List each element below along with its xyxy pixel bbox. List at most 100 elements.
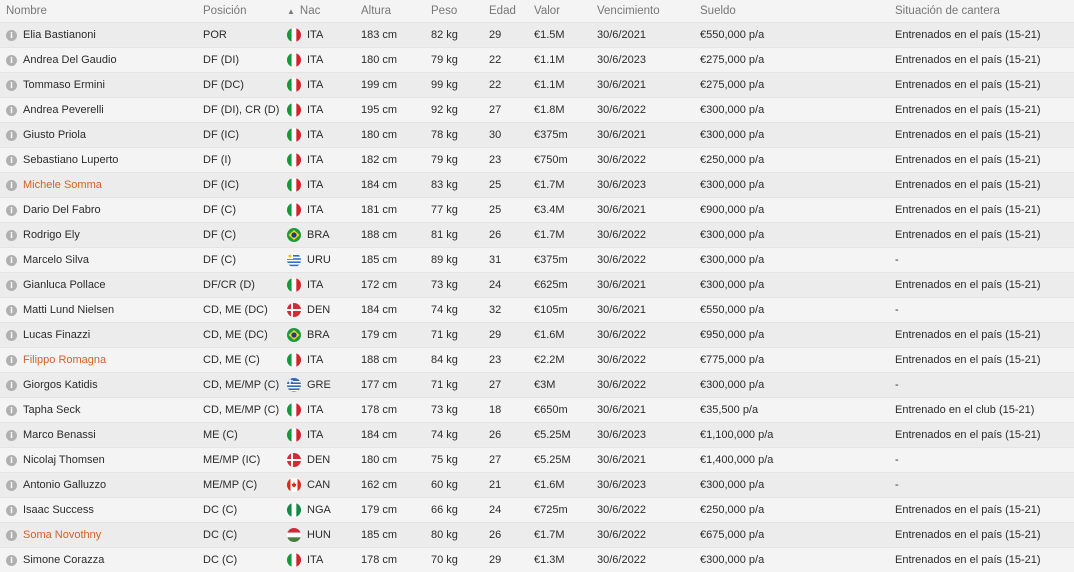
player-name[interactable]: Gianluca Pollace	[23, 279, 106, 291]
player-name[interactable]: Simone Corazza	[23, 554, 104, 566]
player-name-cell[interactable]: i Lucas Finazzi	[0, 323, 197, 348]
player-name[interactable]: Antonio Galluzzo	[23, 479, 106, 491]
player-name-cell[interactable]: i Tapha Seck	[0, 398, 197, 423]
table-row[interactable]: iLucas FinazziCD, ME (DC)BRA179 cm71 kg2…	[0, 323, 1074, 348]
table-row[interactable]: iTommaso ErminiDF (DC)ITA199 cm99 kg22€1…	[0, 73, 1074, 98]
table-row[interactable]: iMichele SommaDF (IC)ITA184 cm83 kg25€1.…	[0, 173, 1074, 198]
info-icon[interactable]: i	[6, 55, 17, 66]
player-name-cell[interactable]: i Soma Novothny	[0, 523, 197, 548]
player-name[interactable]: Lucas Finazzi	[23, 329, 90, 341]
player-name[interactable]: Giorgos Katidis	[23, 379, 98, 391]
player-name-cell[interactable]: i Michele Somma	[0, 173, 197, 198]
player-name[interactable]: Marcelo Silva	[23, 254, 89, 266]
col-header-sueldo[interactable]: Sueldo	[694, 0, 889, 23]
player-name-cell[interactable]: i Simone Corazza	[0, 548, 197, 572]
player-name[interactable]: Tapha Seck	[23, 404, 80, 416]
player-name-cell[interactable]: i Giorgos Katidis	[0, 373, 197, 398]
table-row[interactable]: iGiorgos KatidisCD, ME/MP (C)GRE177 cm71…	[0, 373, 1074, 398]
player-name[interactable]: Andrea Peverelli	[23, 104, 104, 116]
player-name-cell[interactable]: i Marcelo Silva	[0, 248, 197, 273]
player-name-cell[interactable]: i Rodrigo Ely	[0, 223, 197, 248]
info-icon[interactable]: i	[6, 380, 17, 391]
col-header-peso[interactable]: Peso	[425, 0, 483, 23]
info-icon[interactable]: i	[6, 555, 17, 566]
player-name-cell[interactable]: i Filippo Romagna	[0, 348, 197, 373]
player-name-cell[interactable]: i Nicolaj Thomsen	[0, 448, 197, 473]
info-icon[interactable]: i	[6, 430, 17, 441]
info-icon[interactable]: i	[6, 505, 17, 516]
player-name-cell[interactable]: i Antonio Galluzzo	[0, 473, 197, 498]
table-row[interactable]: iMarco BenassiME (C)ITA184 cm74 kg26€5.2…	[0, 423, 1074, 448]
player-name-cell[interactable]: i Elia Bastianoni	[0, 23, 197, 48]
player-name[interactable]: Dario Del Fabro	[23, 204, 101, 216]
table-row[interactable]: iSebastiano LupertoDF (I)ITA182 cm79 kg2…	[0, 148, 1074, 173]
info-icon[interactable]: i	[6, 530, 17, 541]
col-header-posicion[interactable]: Posición	[197, 0, 287, 23]
info-icon[interactable]: i	[6, 405, 17, 416]
table-row[interactable]: iElia BastianoniPORITA183 cm82 kg29€1.5M…	[0, 23, 1074, 48]
col-header-altura[interactable]: Altura	[355, 0, 425, 23]
col-header-valor[interactable]: Valor	[528, 0, 591, 23]
table-row[interactable]: iSimone CorazzaDC (C)ITA178 cm70 kg29€1.…	[0, 548, 1074, 572]
info-icon[interactable]: i	[6, 455, 17, 466]
player-name[interactable]: Nicolaj Thomsen	[23, 454, 105, 466]
col-header-nac[interactable]: ▲Nac	[287, 0, 355, 23]
table-row[interactable]: iTapha SeckCD, ME/MP (C)ITA178 cm73 kg18…	[0, 398, 1074, 423]
table-row[interactable]: iAntonio GalluzzoME/MP (C)CAN162 cm60 kg…	[0, 473, 1074, 498]
table-row[interactable]: iGianluca PollaceDF/CR (D)ITA172 cm73 kg…	[0, 273, 1074, 298]
weight-cell: 71 kg	[425, 373, 483, 398]
info-icon[interactable]: i	[6, 180, 17, 191]
table-row[interactable]: iAndrea PeverelliDF (DI), CR (D)ITA195 c…	[0, 98, 1074, 123]
info-icon[interactable]: i	[6, 80, 17, 91]
info-icon[interactable]: i	[6, 355, 17, 366]
height-cell: 178 cm	[355, 398, 425, 423]
col-header-cantera[interactable]: Situación de cantera	[889, 0, 1074, 23]
table-row[interactable]: iSoma NovothnyDC (C)HUN185 cm80 kg26€1.7…	[0, 523, 1074, 548]
table-row[interactable]: iFilippo RomagnaCD, ME (C)ITA188 cm84 kg…	[0, 348, 1074, 373]
player-name[interactable]: Filippo Romagna	[23, 354, 106, 366]
info-icon[interactable]: i	[6, 280, 17, 291]
player-name-cell[interactable]: i Gianluca Pollace	[0, 273, 197, 298]
player-name-cell[interactable]: i Giusto Priola	[0, 123, 197, 148]
player-name[interactable]: Rodrigo Ely	[23, 229, 80, 241]
table-row[interactable]: iNicolaj ThomsenME/MP (IC)DEN180 cm75 kg…	[0, 448, 1074, 473]
col-header-vencimiento[interactable]: Vencimiento	[591, 0, 694, 23]
player-name-cell[interactable]: i Andrea Peverelli	[0, 98, 197, 123]
player-name-cell[interactable]: i Matti Lund Nielsen	[0, 298, 197, 323]
table-row[interactable]: iRodrigo ElyDF (C)BRA188 cm81 kg26€1.7M3…	[0, 223, 1074, 248]
player-name-cell[interactable]: i Andrea Del Gaudio	[0, 48, 197, 73]
info-icon[interactable]: i	[6, 105, 17, 116]
player-name[interactable]: Sebastiano Luperto	[23, 154, 118, 166]
col-header-edad[interactable]: Edad	[483, 0, 528, 23]
player-name-cell[interactable]: i Dario Del Fabro	[0, 198, 197, 223]
info-icon[interactable]: i	[6, 480, 17, 491]
player-name-cell[interactable]: i Marco Benassi	[0, 423, 197, 448]
info-icon[interactable]: i	[6, 205, 17, 216]
info-icon[interactable]: i	[6, 155, 17, 166]
table-row[interactable]: iDario Del FabroDF (C)ITA181 cm77 kg25€3…	[0, 198, 1074, 223]
table-row[interactable]: iGiusto PriolaDF (IC)ITA180 cm78 kg30€37…	[0, 123, 1074, 148]
player-name[interactable]: Tommaso Ermini	[23, 79, 105, 91]
player-name[interactable]: Elia Bastianoni	[23, 29, 96, 41]
col-header-nombre[interactable]: Nombre	[0, 0, 197, 23]
info-icon[interactable]: i	[6, 305, 17, 316]
table-row[interactable]: iIsaac SuccessDC (C)NGA179 cm66 kg24€725…	[0, 498, 1074, 523]
player-name[interactable]: Michele Somma	[23, 179, 102, 191]
info-icon[interactable]: i	[6, 330, 17, 341]
player-name-cell[interactable]: i Tommaso Ermini	[0, 73, 197, 98]
player-name[interactable]: Marco Benassi	[23, 429, 96, 441]
table-row[interactable]: iMarcelo SilvaDF (C)URU185 cm89 kg31€375…	[0, 248, 1074, 273]
player-name[interactable]: Giusto Priola	[23, 129, 86, 141]
table-row[interactable]: iAndrea Del GaudioDF (DI)ITA180 cm79 kg2…	[0, 48, 1074, 73]
player-name[interactable]: Soma Novothny	[23, 529, 101, 541]
info-icon[interactable]: i	[6, 255, 17, 266]
info-icon[interactable]: i	[6, 130, 17, 141]
player-name[interactable]: Matti Lund Nielsen	[23, 304, 114, 316]
player-name[interactable]: Isaac Success	[23, 504, 94, 516]
info-icon[interactable]: i	[6, 30, 17, 41]
player-name-cell[interactable]: i Sebastiano Luperto	[0, 148, 197, 173]
player-name[interactable]: Andrea Del Gaudio	[23, 54, 117, 66]
info-icon[interactable]: i	[6, 230, 17, 241]
player-name-cell[interactable]: i Isaac Success	[0, 498, 197, 523]
table-row[interactable]: iMatti Lund NielsenCD, ME (DC)DEN184 cm7…	[0, 298, 1074, 323]
